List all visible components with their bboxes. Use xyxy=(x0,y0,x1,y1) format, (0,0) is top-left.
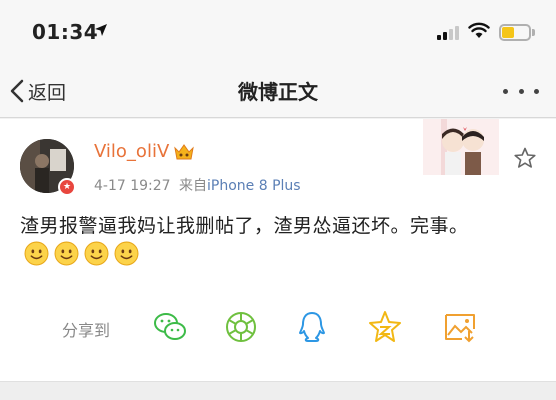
dot-icon xyxy=(518,88,524,94)
source-prefix: 来自 xyxy=(179,178,208,194)
battery-icon xyxy=(499,24,531,41)
couple-sticker-image xyxy=(423,119,499,175)
cellular-signal-icon xyxy=(437,26,461,40)
wifi-icon xyxy=(468,22,490,38)
status-time: 01:34 xyxy=(32,20,99,44)
favorite-star-icon[interactable] xyxy=(513,146,537,170)
share-label: 分享到 xyxy=(62,321,111,340)
post-source[interactable]: iPhone 8 Plus xyxy=(207,178,301,194)
qq-icon[interactable] xyxy=(294,309,330,345)
verified-badge-icon: ★ xyxy=(58,178,76,196)
dot-icon xyxy=(503,88,508,94)
card-decoration-sticker xyxy=(423,119,499,175)
smile-emoji xyxy=(84,241,109,266)
post-time: 4-17 19:27 xyxy=(94,178,171,194)
post-text: 渣男报警逼我妈让我删帖了，渣男怂逼还坏。完事。 xyxy=(20,215,469,237)
status-bar: 01:34 xyxy=(0,0,556,64)
nav-bar: 返回 微博正文 xyxy=(0,64,556,118)
wechat-icon[interactable] xyxy=(152,309,188,345)
post-card: ★ Vilo_oliV 4-17 19:27 来自iPhone 8 Plus 渣… xyxy=(0,119,556,381)
username-row: Vilo_oliV xyxy=(94,141,195,162)
moments-icon[interactable] xyxy=(223,309,259,345)
dot-icon xyxy=(534,88,539,94)
page-title: 微博正文 xyxy=(238,80,318,104)
smile-emoji xyxy=(24,241,49,266)
battery-tip xyxy=(532,29,535,36)
smile-emoji xyxy=(114,241,139,266)
post-meta: 4-17 19:27 来自iPhone 8 Plus xyxy=(94,175,301,195)
emoji-row xyxy=(24,241,139,266)
bottom-divider-band xyxy=(0,381,556,400)
location-arrow-icon xyxy=(95,24,107,36)
save-image-icon[interactable] xyxy=(442,309,478,345)
smile-emoji xyxy=(54,241,79,266)
vip-crown-icon xyxy=(174,143,195,159)
more-options-button[interactable] xyxy=(503,84,539,98)
qzone-star-icon[interactable] xyxy=(367,309,403,345)
post-body: 渣男报警逼我妈让我删帖了，渣男怂逼还坏。完事。 xyxy=(20,211,536,271)
username[interactable]: Vilo_oliV xyxy=(94,141,169,162)
